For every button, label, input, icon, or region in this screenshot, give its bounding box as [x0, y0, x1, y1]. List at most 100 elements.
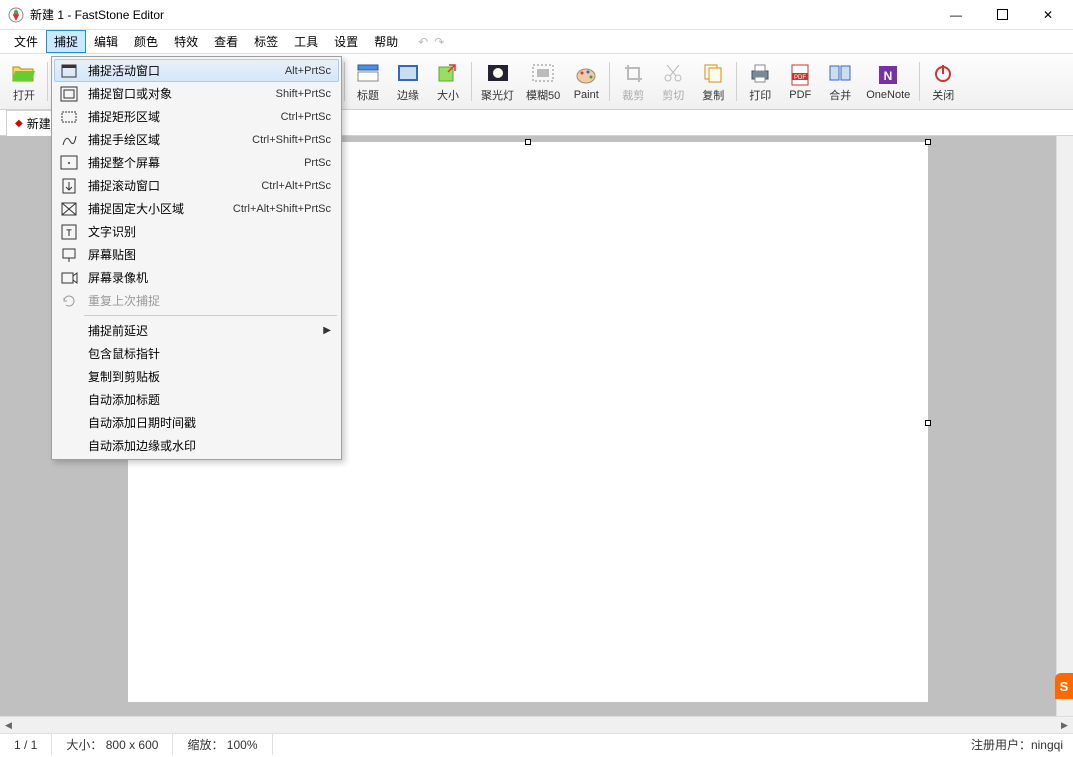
- menu-item-shortcut: Alt+PrtSc: [285, 65, 331, 77]
- tool-close-doc[interactable]: 关闭: [923, 56, 963, 107]
- tool-merge[interactable]: 合并: [820, 56, 860, 107]
- title-icon: [356, 61, 380, 85]
- capture-menu-item[interactable]: 捕捉活动窗口Alt+PrtSc: [54, 59, 339, 82]
- tool-spotlight[interactable]: 聚光灯: [475, 56, 520, 107]
- status-registered: 注册用户：ningqi: [961, 736, 1073, 753]
- tool-onenote[interactable]: N OneNote: [860, 56, 916, 107]
- toolbar-separator: [736, 62, 737, 101]
- capture-menu-item[interactable]: 捕捉窗口或对象Shift+PrtSc: [54, 82, 339, 105]
- capture-dropdown: 捕捉活动窗口Alt+PrtSc捕捉窗口或对象Shift+PrtSc捕捉矩形区域C…: [51, 56, 342, 460]
- svg-text:PDF: PDF: [794, 75, 806, 81]
- tool-label: OneNote: [866, 89, 910, 101]
- tool-open[interactable]: 打开: [4, 56, 44, 107]
- capture-menu-item[interactable]: 自动添加日期时间戳: [54, 411, 339, 434]
- resize-handle-right[interactable]: [925, 420, 931, 426]
- tool-edge[interactable]: 边缘: [388, 56, 428, 107]
- menu-item-label: 屏幕录像机: [88, 269, 331, 286]
- tool-copy[interactable]: 复制: [693, 56, 733, 107]
- menu-item-shortcut: Shift+PrtSc: [276, 88, 331, 100]
- tool-paint[interactable]: Paint: [566, 56, 606, 107]
- capture-menu-item[interactable]: 捕捉固定大小区域Ctrl+Alt+Shift+PrtSc: [54, 197, 339, 220]
- menu-separator: [84, 315, 337, 316]
- corner-badge[interactable]: S: [1055, 673, 1073, 699]
- power-icon: [931, 61, 955, 85]
- menu-view[interactable]: 查看: [206, 30, 246, 53]
- menu-item-label: 捕捉滚动窗口: [88, 177, 261, 194]
- menu-capture[interactable]: 捕捉: [46, 30, 86, 53]
- scroll-left-icon[interactable]: ◀: [0, 717, 17, 733]
- merge-icon: [828, 61, 852, 85]
- menu-edit[interactable]: 编辑: [86, 30, 126, 53]
- record-icon: [58, 269, 80, 287]
- maximize-button[interactable]: [979, 0, 1025, 30]
- menu-item-label: 自动添加日期时间戳: [88, 414, 331, 431]
- menu-item-label: 捕捉固定大小区域: [88, 200, 233, 217]
- scroll-right-icon[interactable]: ▶: [1056, 717, 1073, 733]
- tool-title[interactable]: 标题: [348, 56, 388, 107]
- status-page: 1 / 1: [0, 734, 52, 755]
- menu-help[interactable]: 帮助: [366, 30, 406, 53]
- tool-crop[interactable]: 裁剪: [613, 56, 653, 107]
- close-button[interactable]: ✕: [1025, 0, 1071, 30]
- tool-label: PDF: [789, 89, 811, 101]
- rect-icon: [58, 108, 80, 126]
- menu-item-label: 自动添加标题: [88, 391, 331, 408]
- tool-label: Paint: [574, 89, 599, 101]
- palette-icon: [574, 63, 598, 87]
- app-icon: [8, 7, 24, 23]
- menu-label[interactable]: 标签: [246, 30, 286, 53]
- edge-icon: [396, 61, 420, 85]
- tool-pdf[interactable]: PDF PDF: [780, 56, 820, 107]
- toolbar-separator: [609, 62, 610, 101]
- capture-menu-item: 重复上次捕捉: [54, 289, 339, 312]
- horizontal-scrollbar[interactable]: ◀ ▶: [0, 716, 1073, 733]
- menu-item-label: 复制到剪贴板: [88, 368, 331, 385]
- menu-effect[interactable]: 特效: [166, 30, 206, 53]
- redo-icon[interactable]: ↷: [434, 35, 444, 49]
- scissors-icon: [661, 61, 685, 85]
- capture-menu-item[interactable]: 包含鼠标指针: [54, 342, 339, 365]
- capture-menu-item[interactable]: 自动添加标题: [54, 388, 339, 411]
- menu-item-shortcut: Ctrl+Alt+PrtSc: [261, 180, 331, 192]
- capture-menu-item[interactable]: T文字识别: [54, 220, 339, 243]
- menu-item-shortcut: PrtSc: [304, 157, 331, 169]
- tool-label: 打开: [13, 87, 35, 103]
- pin-icon: [58, 246, 80, 264]
- capture-menu-item[interactable]: 捕捉前延迟▶: [54, 319, 339, 342]
- status-zoom: 缩放： 100%: [173, 734, 272, 755]
- pdf-icon: PDF: [788, 63, 812, 87]
- tool-label: 关闭: [932, 87, 954, 103]
- capture-menu-item[interactable]: 捕捉矩形区域Ctrl+PrtSc: [54, 105, 339, 128]
- capture-menu-item[interactable]: 捕捉整个屏幕PrtSc: [54, 151, 339, 174]
- tool-resize[interactable]: 大小: [428, 56, 468, 107]
- svg-text:N: N: [884, 69, 893, 83]
- fullscreen-icon: [58, 154, 80, 172]
- capture-menu-item[interactable]: 屏幕录像机: [54, 266, 339, 289]
- capture-menu-item[interactable]: 捕捉滚动窗口Ctrl+Alt+PrtSc: [54, 174, 339, 197]
- resize-handle-topright[interactable]: [925, 139, 931, 145]
- capture-menu-item[interactable]: 自动添加边缘或水印: [54, 434, 339, 457]
- tool-label: 打印: [749, 87, 771, 103]
- capture-menu-item[interactable]: 捕捉手绘区域Ctrl+Shift+PrtSc: [54, 128, 339, 151]
- tool-blur[interactable]: 模糊50: [520, 56, 566, 107]
- resize-icon: [436, 61, 460, 85]
- vertical-scrollbar[interactable]: [1056, 136, 1073, 716]
- status-size: 大小： 800 x 600: [52, 734, 173, 755]
- minimize-button[interactable]: —: [933, 0, 979, 30]
- menu-settings[interactable]: 设置: [326, 30, 366, 53]
- tool-print[interactable]: 打印: [740, 56, 780, 107]
- menu-file[interactable]: 文件: [6, 30, 46, 53]
- tool-cut[interactable]: 剪切: [653, 56, 693, 107]
- capture-menu-item[interactable]: 屏幕贴图: [54, 243, 339, 266]
- undo-icon[interactable]: ↶: [418, 35, 428, 49]
- menu-item-label: 包含鼠标指针: [88, 345, 331, 362]
- resize-handle-top[interactable]: [525, 139, 531, 145]
- scroll-track[interactable]: [17, 717, 1056, 733]
- window-controls: — ✕: [933, 0, 1071, 30]
- capture-menu-item[interactable]: 复制到剪贴板: [54, 365, 339, 388]
- menu-tools[interactable]: 工具: [286, 30, 326, 53]
- menu-color[interactable]: 颜色: [126, 30, 166, 53]
- spotlight-icon: [486, 61, 510, 85]
- tool-label: 模糊50: [526, 87, 560, 103]
- tool-label: 裁剪: [622, 87, 644, 103]
